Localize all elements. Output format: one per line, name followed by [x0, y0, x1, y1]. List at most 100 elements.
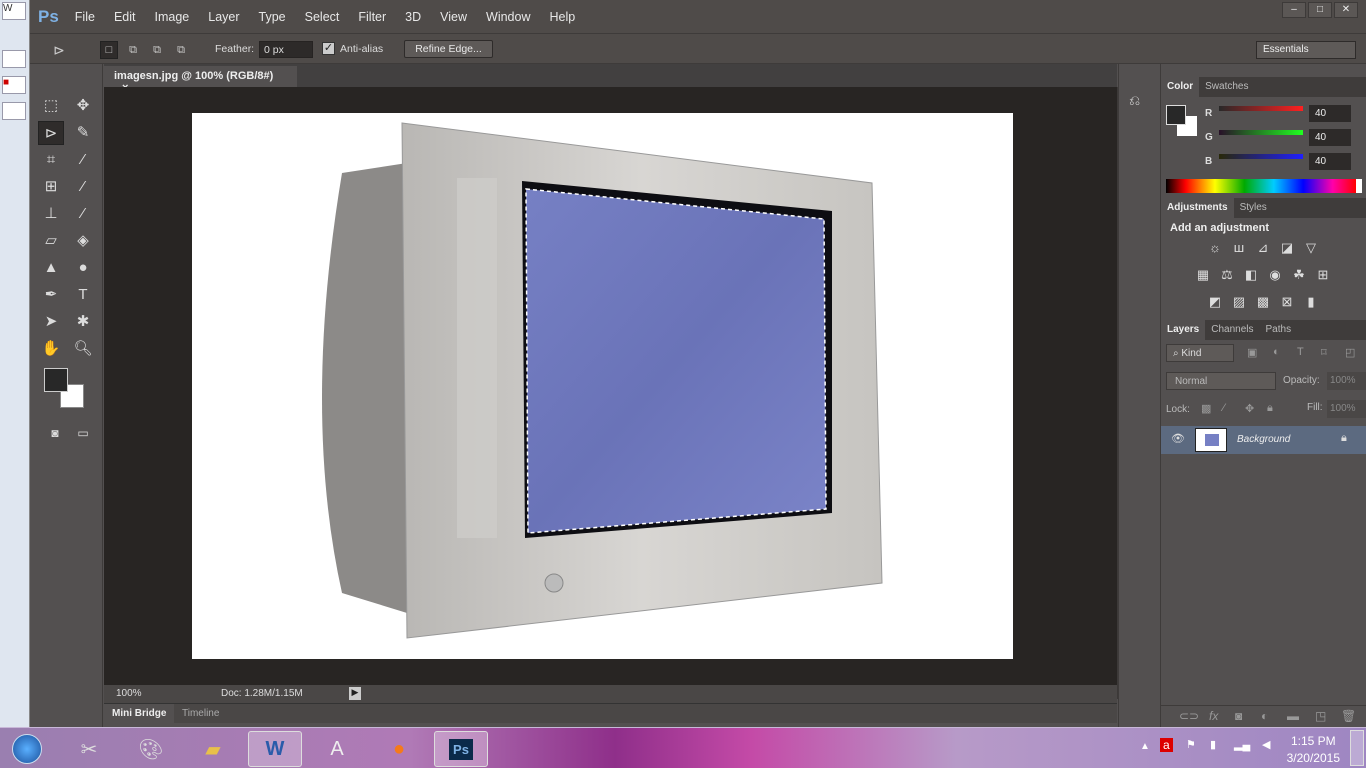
- image-canvas[interactable]: [192, 113, 1013, 659]
- tab-swatches[interactable]: Swatches: [1199, 77, 1254, 97]
- status-menu-arrow-icon[interactable]: ▶: [349, 687, 361, 700]
- tab-styles[interactable]: Styles: [1234, 198, 1273, 218]
- foreground-color-swatch[interactable]: [44, 368, 68, 392]
- b-value[interactable]: 40: [1309, 153, 1351, 170]
- threshold-icon[interactable]: ▩: [1255, 295, 1271, 309]
- curves-icon[interactable]: ⊿: [1255, 241, 1271, 255]
- new-selection-icon[interactable]: □: [100, 41, 118, 59]
- link-layers-icon[interactable]: ⊂⊃: [1179, 709, 1199, 723]
- delete-layer-icon[interactable]: 🗑︎: [1341, 709, 1356, 723]
- eyedropper-tool-icon[interactable]: ⁄: [70, 148, 96, 172]
- subtract-selection-icon[interactable]: ⧉: [148, 41, 166, 59]
- dodge-tool-icon[interactable]: ●: [70, 256, 96, 280]
- filter-adjustment-icon[interactable]: ◐: [1273, 346, 1280, 358]
- new-adjustment-layer-icon[interactable]: ◐: [1261, 709, 1268, 723]
- vibrance-icon[interactable]: ▽: [1303, 241, 1319, 255]
- taskbar-app-reader-icon[interactable]: A: [310, 731, 364, 767]
- antivirus-tray-icon[interactable]: a: [1160, 738, 1173, 752]
- taskbar-app-paint-icon[interactable]: 🎨︎: [124, 731, 178, 767]
- layer-row-background[interactable]: 👁︎ Background 🔒︎: [1161, 426, 1366, 454]
- black-white-icon[interactable]: ◧: [1243, 268, 1259, 282]
- type-tool-icon[interactable]: T: [70, 283, 96, 307]
- levels-icon[interactable]: ш: [1231, 241, 1247, 255]
- quick-selection-tool-icon[interactable]: ✎: [70, 121, 96, 145]
- action-center-flag-icon[interactable]: ⚑: [1186, 738, 1196, 751]
- menu-layer[interactable]: Layer: [208, 10, 239, 24]
- filter-type-icon[interactable]: T: [1297, 346, 1304, 358]
- pen-tool-icon[interactable]: ✒: [38, 283, 64, 307]
- system-clock[interactable]: 1:15 PM 3/20/2015: [1287, 733, 1340, 767]
- photo-filter-icon[interactable]: ◉: [1267, 268, 1283, 282]
- g-slider[interactable]: [1219, 130, 1303, 135]
- filter-shape-icon[interactable]: ⌑: [1321, 346, 1327, 359]
- exposure-icon[interactable]: ◪: [1279, 241, 1295, 255]
- healing-tool-icon[interactable]: ⊞: [38, 175, 64, 199]
- add-selection-icon[interactable]: ⧉: [124, 41, 142, 59]
- close-button[interactable]: ✕: [1334, 2, 1358, 18]
- b-slider[interactable]: [1219, 154, 1303, 159]
- menu-type[interactable]: Type: [259, 10, 286, 24]
- minimize-button[interactable]: –: [1282, 2, 1306, 18]
- r-slider[interactable]: [1219, 106, 1303, 111]
- path-selection-tool-icon[interactable]: ➤: [38, 310, 64, 334]
- brightness-contrast-icon[interactable]: ☼: [1207, 241, 1223, 255]
- opacity-input[interactable]: 100%: [1327, 372, 1366, 390]
- g-value[interactable]: 40: [1309, 129, 1351, 146]
- history-panel-icon[interactable]: ⎌: [1129, 92, 1140, 109]
- taskbar-app-word-icon[interactable]: W: [248, 731, 302, 767]
- tab-layers[interactable]: Layers: [1161, 320, 1206, 340]
- color-lookup-icon[interactable]: ⊞: [1315, 268, 1331, 282]
- hand-tool-icon[interactable]: ✋: [38, 337, 64, 361]
- menu-file[interactable]: File: [75, 10, 95, 24]
- visibility-eye-icon[interactable]: 👁︎: [1171, 432, 1185, 445]
- lasso-tool-icon[interactable]: ⊳: [38, 121, 64, 145]
- menu-view[interactable]: View: [440, 10, 467, 24]
- lock-position-icon[interactable]: ✥: [1245, 402, 1254, 415]
- tab-adjustments[interactable]: Adjustments: [1161, 198, 1234, 218]
- tab-timeline[interactable]: Timeline: [182, 708, 219, 719]
- new-group-icon[interactable]: ▬: [1287, 709, 1299, 723]
- tab-color[interactable]: Color: [1161, 77, 1200, 97]
- filter-smart-object-icon[interactable]: ◰: [1345, 346, 1355, 359]
- zoom-tool-icon[interactable]: 🔍︎: [70, 337, 96, 361]
- gradient-map-icon[interactable]: ⊠: [1279, 295, 1295, 309]
- taskbar-app-photoshop-icon[interactable]: Ps: [434, 731, 488, 767]
- brush-tool-icon[interactable]: ⁄: [70, 175, 96, 199]
- shape-tool-icon[interactable]: ✱: [70, 310, 96, 334]
- lock-image-icon[interactable]: ⁄: [1223, 402, 1225, 414]
- hue-saturation-icon[interactable]: ▦: [1195, 268, 1211, 282]
- taskbar-app-firefox-icon[interactable]: ●: [372, 731, 426, 767]
- lock-all-icon[interactable]: 🔒︎: [1267, 402, 1273, 415]
- add-mask-icon[interactable]: ◙: [1235, 709, 1242, 723]
- filter-pixel-icon[interactable]: ▣: [1247, 346, 1257, 359]
- menu-filter[interactable]: Filter: [358, 10, 386, 24]
- history-brush-tool-icon[interactable]: ⁄: [70, 202, 96, 226]
- r-value[interactable]: 40: [1309, 105, 1351, 122]
- menu-help[interactable]: Help: [550, 10, 576, 24]
- power-tray-icon[interactable]: ▮: [1210, 738, 1216, 751]
- move-tool-icon[interactable]: ✥: [70, 94, 96, 118]
- document-tab[interactable]: imagesn.jpg @ 100% (RGB/8#) ×: [104, 66, 297, 94]
- new-layer-icon[interactable]: ◳: [1315, 709, 1326, 723]
- start-button[interactable]: [0, 731, 54, 767]
- crop-tool-icon[interactable]: ⌗: [38, 148, 64, 172]
- channel-mixer-icon[interactable]: ☘: [1291, 268, 1307, 282]
- taskbar-app-snipping-icon[interactable]: ✂: [62, 731, 116, 767]
- intersect-selection-icon[interactable]: ⧉: [172, 41, 190, 59]
- selective-color-icon[interactable]: ▮: [1303, 295, 1319, 309]
- menu-window[interactable]: Window: [486, 10, 530, 24]
- menu-3d[interactable]: 3D: [405, 10, 421, 24]
- tab-channels[interactable]: Channels: [1205, 320, 1259, 340]
- quick-mask-icon[interactable]: ◙: [42, 421, 68, 445]
- network-tray-icon[interactable]: ▂▄: [1234, 738, 1250, 751]
- fill-input[interactable]: 100%: [1327, 400, 1366, 418]
- show-hidden-icons[interactable]: ▲: [1140, 741, 1150, 752]
- posterize-icon[interactable]: ▨: [1231, 295, 1247, 309]
- zoom-level[interactable]: 100%: [116, 688, 142, 699]
- blur-tool-icon[interactable]: ▲: [38, 256, 64, 280]
- antialias-checkbox[interactable]: ✓: [322, 42, 335, 55]
- screen-mode-icon[interactable]: ▭: [70, 421, 96, 445]
- layer-filter-select[interactable]: ⌕ Kind: [1166, 344, 1234, 362]
- blend-mode-select[interactable]: Normal: [1166, 372, 1276, 390]
- maximize-button[interactable]: □: [1308, 2, 1332, 18]
